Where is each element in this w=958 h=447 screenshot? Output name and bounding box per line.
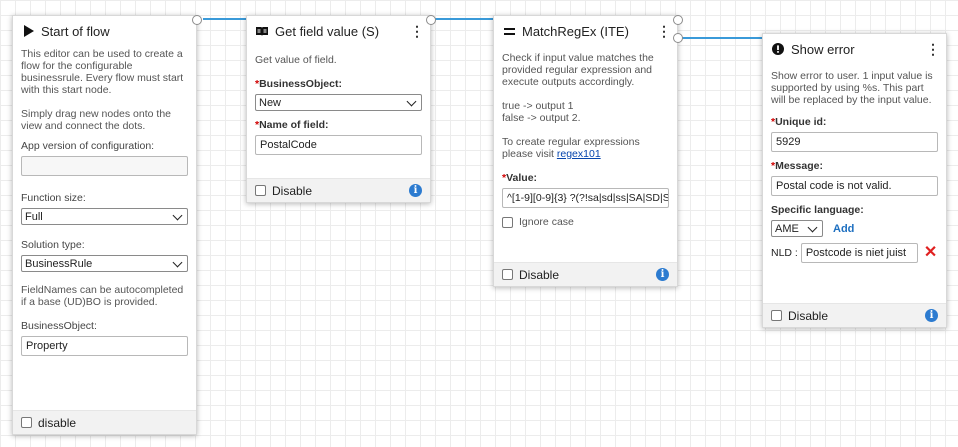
node-title: Start of flow — [41, 23, 110, 39]
play-icon — [21, 25, 35, 37]
function-size-select[interactable]: Full — [21, 208, 188, 225]
language-value: AME — [775, 222, 799, 235]
disable-label: Disable — [788, 308, 829, 323]
business-object-input[interactable]: Property — [21, 336, 188, 356]
function-size-label: Function size: — [21, 192, 86, 204]
unique-id-input[interactable]: 5929 — [771, 132, 938, 152]
node-footer: Disable i — [247, 178, 430, 202]
name-of-field-label: *Name of field: — [255, 119, 329, 131]
solution-type-label: Solution type: — [21, 239, 85, 251]
info-icon[interactable]: i — [925, 309, 938, 322]
business-object-value: New — [259, 96, 282, 109]
disable-checkbox[interactable] — [255, 185, 266, 196]
disable-checkbox[interactable] — [21, 417, 32, 428]
specific-language-label: Specific language: — [771, 204, 864, 216]
chevron-down-icon — [172, 210, 183, 220]
chevron-down-icon — [172, 257, 183, 267]
equals-icon — [502, 27, 516, 36]
node-description: This editor can be used to create a flow… — [21, 48, 184, 132]
node-description: Show error to user. 1 input value is sup… — [771, 70, 933, 106]
ignore-case-checkbox[interactable] — [502, 216, 513, 228]
disable-label: disable — [38, 415, 77, 430]
business-object-select[interactable]: New — [255, 94, 422, 111]
nld-row: NLD : Postcode is niet juist ✕ — [771, 243, 938, 263]
get-field-value-node[interactable]: Get field value (S) ⋮ Get value of field… — [246, 15, 436, 203]
app-version-label: App version of configuration: — [21, 140, 155, 152]
alert-icon — [771, 43, 785, 55]
more-options-icon[interactable]: ⋮ — [410, 24, 424, 38]
node-header[interactable]: MatchRegEx (ITE) ⋮ — [494, 16, 677, 46]
nld-label: NLD : — [771, 247, 798, 259]
disable-label: Disable — [519, 267, 560, 282]
language-row: AME Add — [771, 220, 938, 237]
start-of-flow-node[interactable]: Start of flow This editor can be used to… — [12, 15, 202, 435]
output-port[interactable] — [192, 15, 202, 25]
node-title: Show error — [791, 41, 855, 57]
disable-checkbox[interactable] — [771, 310, 782, 321]
node-header[interactable]: Show error ⋮ — [763, 34, 946, 64]
message-label: *Message: — [771, 160, 823, 172]
node-footer: Disable i — [494, 262, 677, 286]
node-header[interactable]: Get field value (S) ⋮ — [247, 16, 430, 46]
value-label: *Value: — [502, 172, 538, 184]
output-port-false[interactable] — [673, 33, 683, 43]
business-object-label: *BusinessObject: — [255, 78, 342, 90]
chevron-down-icon — [406, 96, 417, 106]
output-port[interactable] — [426, 15, 436, 25]
node-title: MatchRegEx (ITE) — [522, 23, 629, 39]
disable-checkbox[interactable] — [502, 269, 513, 280]
matchregex-node[interactable]: MatchRegEx (ITE) ⋮ Check if input value … — [493, 15, 683, 287]
show-error-node[interactable]: Show error ⋮ Show error to user. 1 input… — [762, 33, 947, 328]
info-icon[interactable]: i — [409, 184, 422, 197]
node-title: Get field value (S) — [275, 23, 380, 39]
disable-label: Disable — [272, 183, 313, 198]
info-icon[interactable]: i — [656, 268, 669, 281]
node-footer: disable — [13, 410, 196, 434]
app-version-input[interactable] — [21, 156, 188, 176]
name-of-field-input[interactable]: PostalCode — [255, 135, 422, 155]
function-size-value: Full — [25, 210, 43, 223]
ignore-case-row: Ignore case — [502, 216, 669, 228]
solution-type-select[interactable]: BusinessRule — [21, 255, 188, 272]
business-object-label: BusinessObject: — [21, 320, 97, 332]
more-options-icon[interactable]: ⋮ — [657, 24, 671, 38]
regex101-link[interactable]: regex101 — [557, 148, 601, 160]
more-options-icon[interactable]: ⋮ — [926, 42, 940, 56]
fieldnames-note: FieldNames can be autocompleted if a bas… — [21, 284, 184, 308]
node-header[interactable]: Start of flow — [13, 16, 196, 46]
language-select[interactable]: AME — [771, 220, 823, 237]
add-language-button[interactable]: Add — [833, 223, 854, 235]
output-port-true[interactable] — [673, 15, 683, 25]
message-input[interactable]: Postal code is not valid. — [771, 176, 938, 196]
solution-type-value: BusinessRule — [25, 257, 93, 270]
node-footer: Disable i — [763, 303, 946, 327]
book-icon — [255, 26, 269, 37]
chevron-down-icon — [807, 222, 818, 232]
unique-id-label: *Unique id: — [771, 116, 827, 128]
node-description: Get value of field. — [255, 54, 337, 66]
regex-value-input[interactable]: ^[1-9][0-9]{3} ?(?!sa|sd|ss|SA|SD|SS)[a-… — [502, 188, 669, 208]
ignore-case-label: Ignore case — [519, 216, 574, 228]
node-description: Check if input value matches the provide… — [502, 52, 654, 160]
nld-message-input[interactable]: Postcode is niet juist — [800, 243, 918, 263]
remove-language-icon[interactable]: ✕ — [924, 245, 937, 261]
